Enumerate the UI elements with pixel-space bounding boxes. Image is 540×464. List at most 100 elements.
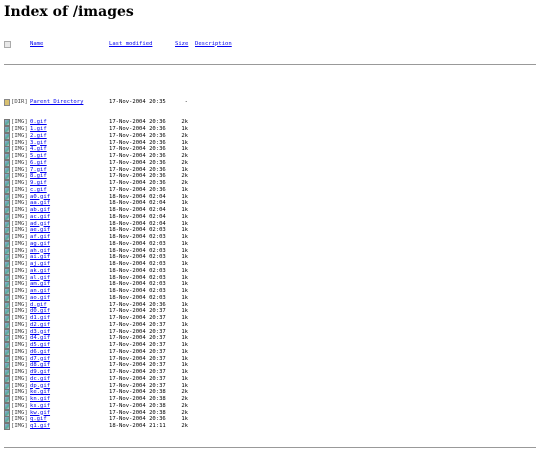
file-link[interactable]: 9.gif	[30, 180, 47, 187]
file-row: [IMG] ak.gif 18-Nov-2004 02:03 1k	[4, 267, 536, 275]
file-size: 1k	[181, 369, 188, 375]
file-link[interactable]: ao.gif	[30, 295, 50, 302]
file-size: 1k	[181, 126, 188, 132]
file-link[interactable]: q.gif	[30, 416, 47, 423]
file-size: 1k	[181, 301, 188, 308]
file-link[interactable]: d.gif	[30, 302, 47, 309]
file-link[interactable]: 2.gif	[30, 133, 47, 140]
file-size: 2k	[181, 132, 188, 139]
file-link[interactable]: 7.gif	[30, 167, 47, 174]
file-link[interactable]: 0.gif	[30, 119, 47, 126]
file-link[interactable]: d0.gif	[30, 308, 50, 315]
file-row: [IMG] kn.gif 17-Nov-2004 20:38 2k	[4, 396, 536, 403]
file-link[interactable]: am.gif	[30, 281, 50, 288]
file-date: 18-Nov-2004 02:03	[109, 240, 166, 247]
file-link[interactable]: aa.gif	[30, 200, 50, 207]
file-link[interactable]: d9.gif	[30, 369, 50, 376]
file-link[interactable]: af.gif	[30, 234, 50, 241]
file-row: [IMG] ad.gif 18-Nov-2004 02:04 1k	[4, 220, 536, 228]
file-link[interactable]: ab.gif	[30, 207, 50, 214]
sort-by-last-modified-link[interactable]: Last modified	[109, 41, 152, 48]
file-link[interactable]: ke.gif	[30, 389, 50, 396]
parent-directory-link[interactable]: Parent Directory	[30, 99, 83, 106]
file-link[interactable]: ak.gif	[30, 268, 50, 275]
file-row: [IMG] 7.gif 17-Nov-2004 20:36 1k	[4, 166, 536, 174]
file-link[interactable]: dp.gif	[30, 383, 50, 390]
file-row: [IMG] ac.gif 18-Nov-2004 02:04 1k	[4, 213, 536, 221]
file-link[interactable]: an.gif	[30, 288, 50, 295]
file-size: 2k	[181, 180, 188, 186]
file-link[interactable]: 6.gif	[30, 160, 47, 167]
file-row: [IMG] 6.gif 17-Nov-2004 20:36 2k	[4, 159, 536, 167]
image-file-icon: [IMG]	[4, 423, 28, 430]
file-size: 1k	[181, 146, 188, 153]
file-link[interactable]: d8.gif	[30, 362, 50, 369]
file-link[interactable]: 5.gif	[30, 153, 47, 160]
file-date: 17-Nov-2004 20:38	[109, 396, 166, 402]
listing-header: Name Last modified Size Description	[4, 40, 536, 48]
file-link[interactable]: al.gif	[30, 275, 50, 282]
file-date: 17-Nov-2004 20:38	[109, 409, 166, 416]
footer-divider	[4, 447, 536, 449]
file-date: 17-Nov-2004 20:37	[109, 308, 166, 315]
file-link[interactable]: d1.gif	[30, 315, 50, 322]
file-link[interactable]: 3.gif	[30, 140, 47, 147]
parent-directory-row: [DIR] Parent Directory 17-Nov-2004 20:35…	[4, 99, 536, 106]
file-link[interactable]: 1.gif	[30, 126, 47, 133]
file-size: 2k	[181, 173, 188, 180]
file-row: [IMG] 2.gif 17-Nov-2004 20:36 2k	[4, 132, 536, 140]
file-date: 18-Nov-2004 02:04	[109, 220, 166, 227]
file-link[interactable]: d2.gif	[30, 322, 50, 329]
file-link[interactable]: ac.gif	[30, 214, 50, 221]
file-link[interactable]: d6.gif	[30, 349, 50, 356]
file-row: [IMG] am.gif 18-Nov-2004 02:03 1k	[4, 281, 536, 289]
file-size: -	[184, 99, 188, 105]
file-date: 17-Nov-2004 20:37	[109, 362, 166, 369]
file-size: 2k	[181, 389, 188, 396]
file-link[interactable]: d4.gif	[30, 335, 50, 342]
sort-by-name-link[interactable]: Name	[30, 41, 43, 48]
page-title: Index of /images	[4, 4, 134, 20]
file-link[interactable]: ag.gif	[30, 241, 50, 248]
file-size: 1k	[181, 288, 188, 294]
file-link[interactable]: ae.gif	[30, 227, 50, 234]
file-row: [IMG] aj.gif 18-Nov-2004 02:03 1k	[4, 261, 536, 268]
file-row: [IMG] 9.gif 17-Nov-2004 20:36 2k	[4, 180, 536, 187]
file-row: [IMG] af.gif 18-Nov-2004 02:03 1k	[4, 234, 536, 241]
file-date: 17-Nov-2004 20:36	[109, 153, 166, 159]
file-link[interactable]: ai.gif	[30, 254, 50, 261]
file-date: 17-Nov-2004 20:36	[109, 159, 166, 166]
file-row: [IMG] q1.gif 18-Nov-2004 21:11 2k	[4, 423, 536, 430]
file-row: [IMG] d.gif 17-Nov-2004 20:36 1k	[4, 301, 536, 309]
file-link[interactable]: aj.gif	[30, 261, 50, 268]
file-date: 17-Nov-2004 20:36	[109, 139, 166, 146]
file-size: 1k	[181, 166, 188, 173]
file-date: 17-Nov-2004 20:35	[109, 99, 166, 105]
file-link[interactable]: dc.gif	[30, 376, 50, 383]
file-row: [IMG] ae.gif 18-Nov-2004 02:03 1k	[4, 227, 536, 235]
file-link[interactable]: c.gif	[30, 187, 47, 194]
file-link[interactable]: a0.gif	[30, 194, 50, 201]
file-date: 18-Nov-2004 02:03	[109, 254, 166, 261]
file-link[interactable]: d5.gif	[30, 342, 50, 349]
file-date: 17-Nov-2004 20:37	[109, 355, 166, 362]
file-date: 18-Nov-2004 02:04	[109, 193, 166, 200]
file-link[interactable]: q1.gif	[30, 423, 50, 430]
file-link[interactable]: ad.gif	[30, 221, 50, 228]
file-size: 1k	[181, 308, 188, 315]
sort-by-description-link[interactable]: Description	[195, 41, 232, 48]
file-link[interactable]: d3.gif	[30, 329, 50, 336]
file-row: [IMG] 5.gif 17-Nov-2004 20:36 2k	[4, 153, 536, 160]
file-size: 1k	[181, 375, 188, 382]
file-link[interactable]: kw.gif	[30, 410, 50, 417]
file-link[interactable]: 4.gif	[30, 146, 47, 153]
file-link[interactable]: 8.gif	[30, 173, 47, 180]
file-link[interactable]: kn.gif	[30, 396, 50, 403]
file-date: 18-Nov-2004 02:03	[109, 274, 166, 281]
file-date: 18-Nov-2004 02:04	[109, 207, 166, 213]
sort-by-size-link[interactable]: Size	[175, 41, 188, 48]
file-link[interactable]: ah.gif	[30, 248, 50, 255]
file-date: 17-Nov-2004 20:37	[109, 342, 166, 348]
file-link[interactable]: d7.gif	[30, 356, 50, 363]
file-link[interactable]: ks.gif	[30, 403, 50, 410]
